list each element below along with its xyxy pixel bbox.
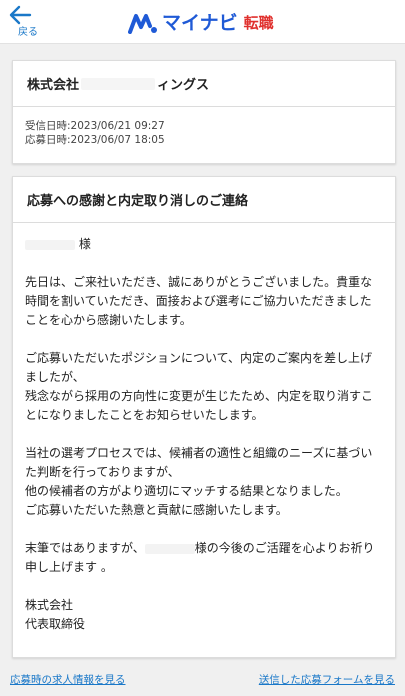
- signature-title: 代表取締役: [25, 617, 86, 631]
- application-summary-card: 株式会社 ィングス 受信日時:2023/06/21 09:27 応募日時:202…: [12, 60, 396, 164]
- back-button[interactable]: 戻る: [8, 4, 48, 40]
- mynavi-mark-icon: [128, 14, 157, 34]
- signature-company: 株式会社: [25, 598, 74, 612]
- message-subject: 応募への感謝と内定取り消しのご連絡: [13, 177, 395, 223]
- back-label: 戻る: [18, 27, 38, 38]
- salutation: 様: [25, 235, 383, 254]
- message-paragraph: 先日は、ご来社いただき、誠にありがとうございました。貴重な時間を割いていただき、…: [25, 275, 373, 327]
- closing-before: 末筆ではありますが、: [25, 541, 145, 555]
- footer-links: 応募時の求人情報を見る 送信した応募フォームを見る: [0, 672, 405, 690]
- redacted-recipient-name: [144, 543, 195, 554]
- message-card: 応募への感謝と内定取り消しのご連絡 様 先日は、ご来社いただき、誠にありがとうご…: [12, 176, 396, 658]
- message-paragraph: ご応募いただいたポジションについて、内定のご案内を差し上げましたが、 残念ながら…: [25, 351, 374, 422]
- signature: 株式会社 代表取締役: [25, 596, 383, 634]
- view-job-posting-link[interactable]: 応募時の求人情報を見る: [10, 672, 126, 687]
- redacted-company-name: [81, 77, 156, 90]
- received-datetime: 受信日時:2023/06/21 09:27: [25, 120, 165, 132]
- application-dates: 受信日時:2023/06/21 09:27 応募日時:2023/06/07 18…: [13, 107, 395, 147]
- message-paragraph: 当社の選考プロセスでは、候補者の適性と組織のニーズに基づいた判断を行っております…: [25, 446, 373, 517]
- redacted-recipient-name: [25, 239, 75, 250]
- company-name: 株式会社 ィングス: [13, 61, 395, 107]
- app-logo: マイナビ 転職: [128, 10, 274, 36]
- company-prefix: 株式会社: [27, 78, 80, 93]
- company-suffix: ィングス: [157, 78, 210, 93]
- arrow-left-icon: [9, 5, 32, 25]
- logo-brand-text: マイナビ: [162, 12, 238, 34]
- top-header: 戻る マイナビ 転職: [0, 0, 405, 44]
- closing-paragraph: 末筆ではありますが、 様の今後のご活躍を心よりお祈り申し上げます 。: [25, 539, 383, 577]
- view-application-form-link[interactable]: 送信した応募フォームを見る: [259, 672, 395, 687]
- logo-sub-text: 転職: [243, 14, 274, 32]
- applied-datetime: 応募日時:2023/06/07 18:05: [25, 134, 165, 146]
- salutation-suffix: 様: [78, 237, 91, 251]
- message-body: 様 先日は、ご来社いただき、誠にありがとうございました。貴重な時間を割いていただ…: [13, 223, 395, 634]
